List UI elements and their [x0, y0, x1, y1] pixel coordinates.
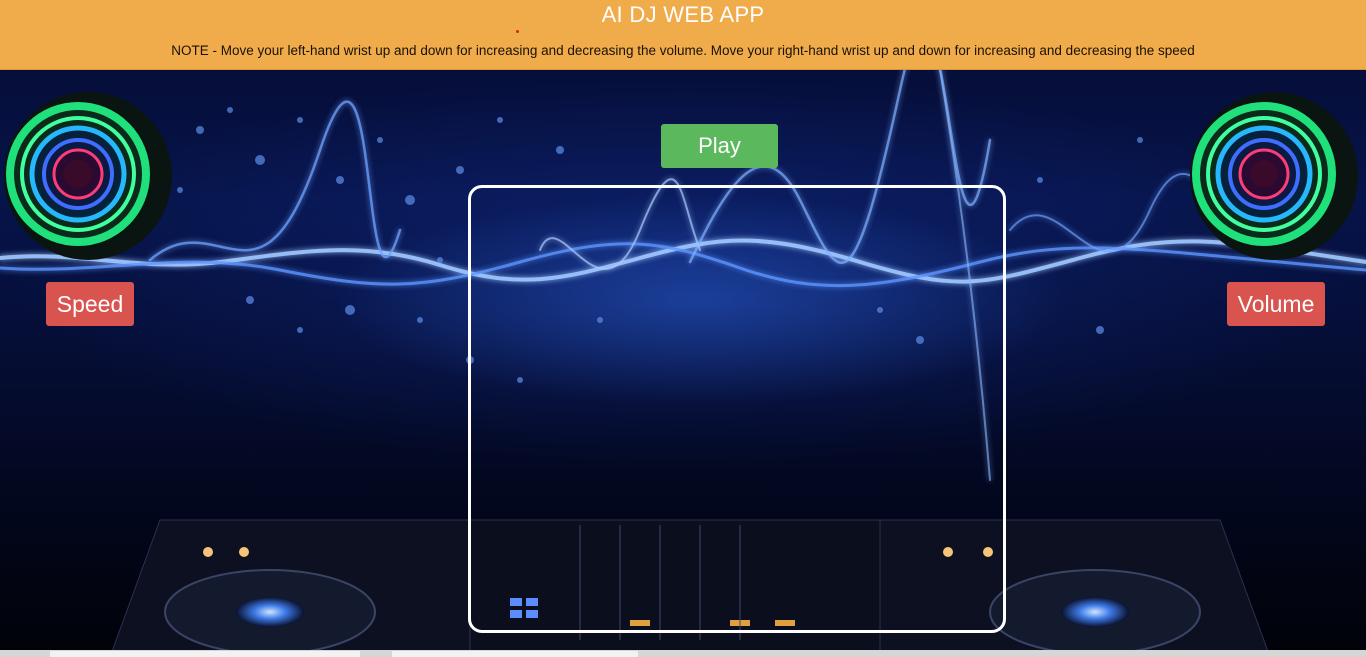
webcam-canvas[interactable]: [468, 185, 1006, 633]
volume-button[interactable]: Volume: [1227, 282, 1325, 326]
instructions-note: NOTE - Move your left-hand wrist up and …: [171, 43, 1195, 58]
app-header: AI DJ WEB APP NOTE - Move your left-hand…: [0, 0, 1366, 70]
header-red-dot: [516, 30, 519, 33]
left-speaker-icon: [2, 90, 174, 262]
right-speaker-icon: [1188, 90, 1360, 262]
play-button[interactable]: Play: [661, 124, 778, 168]
app-title: AI DJ WEB APP: [601, 2, 765, 27]
speed-button[interactable]: Speed: [46, 282, 134, 326]
bottom-scroll-strip: [0, 650, 1366, 657]
